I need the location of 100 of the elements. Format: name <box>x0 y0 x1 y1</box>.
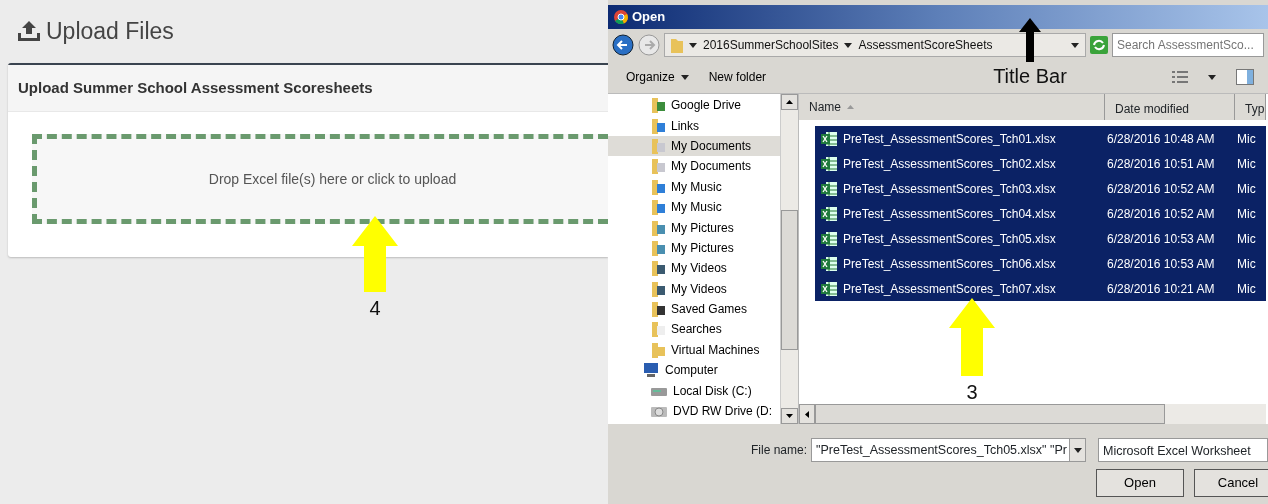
annotation-label: 3 <box>966 382 978 402</box>
card-header: Upload Summer School Assessment Scoresheets <box>8 64 608 112</box>
folder-icon <box>671 37 683 53</box>
upload-icon <box>18 21 40 42</box>
file-name: PreTest_AssessmentScores_Tch06.xlsx <box>843 255 1056 273</box>
spreadsheet-icon <box>821 255 837 272</box>
column-header[interactable]: Date modified <box>1105 94 1235 120</box>
spreadsheet-icon <box>821 155 837 172</box>
folder-icon <box>652 321 666 338</box>
file-row[interactable]: PreTest_AssessmentScores_Tch07.xlsx 6/28/2016 10:21 AM Mic <box>815 276 1266 301</box>
column-header[interactable]: Name <box>799 94 1105 120</box>
caret-icon <box>680 74 689 80</box>
drive-icon <box>650 404 668 419</box>
dropzone[interactable]: Drop Excel file(s) here or click to upload <box>32 134 608 224</box>
breadcrumb-item[interactable]: AssessmentScoreSheets <box>858 36 993 54</box>
nav-item[interactable]: Saved Games <box>608 298 780 320</box>
file-date: 6/28/2016 10:52 AM <box>1107 205 1216 223</box>
file-name: PreTest_AssessmentScores_Tch04.xlsx <box>843 205 1056 223</box>
file-name: PreTest_AssessmentScores_Tch07.xlsx <box>843 280 1056 298</box>
file-date: 6/28/2016 10:52 AM <box>1107 180 1216 198</box>
folder-icon <box>652 137 666 154</box>
nav-item[interactable]: Computer <box>608 360 780 381</box>
file-date: 6/28/2016 10:51 AM <box>1107 155 1216 173</box>
nav-item[interactable]: Google Drive <box>608 95 780 116</box>
nav-item[interactable]: My Documents <box>608 135 780 157</box>
caret-icon <box>844 42 853 48</box>
scroll-left-icon <box>805 410 809 418</box>
nav-item[interactable]: My Music <box>608 176 780 197</box>
file-row[interactable]: PreTest_AssessmentScores_Tch01.xlsx 6/28/2016 10:48 AM Mic <box>815 126 1266 151</box>
page-title: Upload Files <box>46 17 174 46</box>
refresh-icon <box>1090 36 1108 54</box>
nav-item[interactable]: Links <box>608 115 780 136</box>
horizontal-scrollbar[interactable] <box>799 404 1266 424</box>
back-button[interactable] <box>612 34 634 56</box>
file-row[interactable]: PreTest_AssessmentScores_Tch04.xlsx 6/28/2016 10:52 AM Mic <box>815 201 1266 226</box>
file-row[interactable]: PreTest_AssessmentScores_Tch05.xlsx 6/28/2016 10:53 AM Mic <box>815 226 1266 251</box>
field-label: File name: <box>750 442 807 459</box>
annotation-label: 4 <box>369 298 381 318</box>
folder-icon <box>652 280 666 297</box>
sort-icon <box>847 105 854 109</box>
file-date: 6/28/2016 10:53 AM <box>1107 230 1216 248</box>
file-type: Mic <box>1237 130 1257 148</box>
file-row[interactable]: PreTest_AssessmentScores_Tch03.xlsx 6/28/2016 10:52 AM Mic <box>815 176 1266 201</box>
column-header[interactable]: Typ <box>1235 94 1266 120</box>
nav-item[interactable]: DVD RW Drive (D: <box>608 400 780 422</box>
toolbar-button[interactable]: Organize <box>626 68 689 86</box>
scrollbar[interactable] <box>780 94 798 424</box>
folder-icon <box>652 178 666 195</box>
nav-item[interactable]: My Pictures <box>608 217 780 238</box>
caret-icon <box>689 42 697 48</box>
scroll-up-icon <box>786 100 793 104</box>
nav-item[interactable]: My Documents <box>608 156 780 177</box>
nav-item[interactable]: My Videos <box>608 278 780 299</box>
folder-icon <box>652 158 666 175</box>
file-row[interactable]: PreTest_AssessmentScores_Tch02.xlsx 6/28/2016 10:51 AM Mic <box>815 151 1266 176</box>
app-icon <box>614 10 628 24</box>
spreadsheet-icon <box>821 130 837 147</box>
folder-icon <box>652 260 666 277</box>
nav-item[interactable]: Local Disk (C:) <box>608 380 780 401</box>
nav-item[interactable]: My Videos <box>608 258 780 279</box>
spreadsheet-icon <box>821 280 837 297</box>
dialog-button[interactable]: Cancel <box>1194 469 1268 497</box>
file-type: Mic <box>1237 180 1257 198</box>
preview-pane-icon <box>1236 69 1254 85</box>
file-type-dropdown[interactable]: Microsoft Excel Worksheet <box>1098 438 1268 462</box>
spreadsheet-icon <box>821 205 837 222</box>
file-name: PreTest_AssessmentScores_Tch05.xlsx <box>843 230 1056 248</box>
file-name: PreTest_AssessmentScores_Tch02.xlsx <box>843 155 1056 173</box>
spreadsheet-icon <box>821 180 837 197</box>
folder-icon <box>652 301 666 318</box>
file-name-field[interactable]: "PreTest_AssessmentScores_Tch05.xlsx" "Pr <box>811 438 1086 462</box>
file-type: Mic <box>1237 205 1257 223</box>
view-list-icon <box>1172 70 1188 84</box>
folder-icon <box>652 239 666 256</box>
file-date: 6/28/2016 10:53 AM <box>1107 255 1216 273</box>
computer-icon <box>642 362 660 379</box>
folder-icon <box>652 219 666 236</box>
search-field[interactable]: Search AssessmentSco... <box>1112 33 1264 57</box>
file-type: Mic <box>1237 230 1257 248</box>
caret-icon <box>1208 74 1216 80</box>
toolbar-button[interactable]: New folder <box>708 68 767 86</box>
nav-item[interactable]: Searches <box>608 319 780 340</box>
folder-icon <box>652 117 666 134</box>
file-name: PreTest_AssessmentScores_Tch03.xlsx <box>843 180 1056 198</box>
breadcrumb-item[interactable]: 2016SummerSchoolSites <box>703 36 839 54</box>
file-name: PreTest_AssessmentScores_Tch01.xlsx <box>843 130 1056 148</box>
file-type: Mic <box>1237 280 1257 298</box>
nav-item[interactable]: Virtual Machines <box>608 339 780 361</box>
nav-item[interactable]: My Music <box>608 196 780 218</box>
file-type: Mic <box>1237 155 1257 173</box>
dialog-button[interactable]: Open <box>1096 469 1184 497</box>
caret-icon <box>1073 447 1082 453</box>
address-bar[interactable]: 2016SummerSchoolSites AssessmentScoreSheets <box>664 33 1086 57</box>
folder-icon <box>652 199 666 216</box>
file-date: 6/28/2016 10:48 AM <box>1107 130 1216 148</box>
scroll-down-icon <box>786 414 793 418</box>
nav-item[interactable]: My Pictures <box>608 237 780 259</box>
file-date: 6/28/2016 10:21 AM <box>1107 280 1216 298</box>
folder-icon <box>652 341 666 358</box>
file-row[interactable]: PreTest_AssessmentScores_Tch06.xlsx 6/28/2016 10:53 AM Mic <box>815 251 1266 276</box>
